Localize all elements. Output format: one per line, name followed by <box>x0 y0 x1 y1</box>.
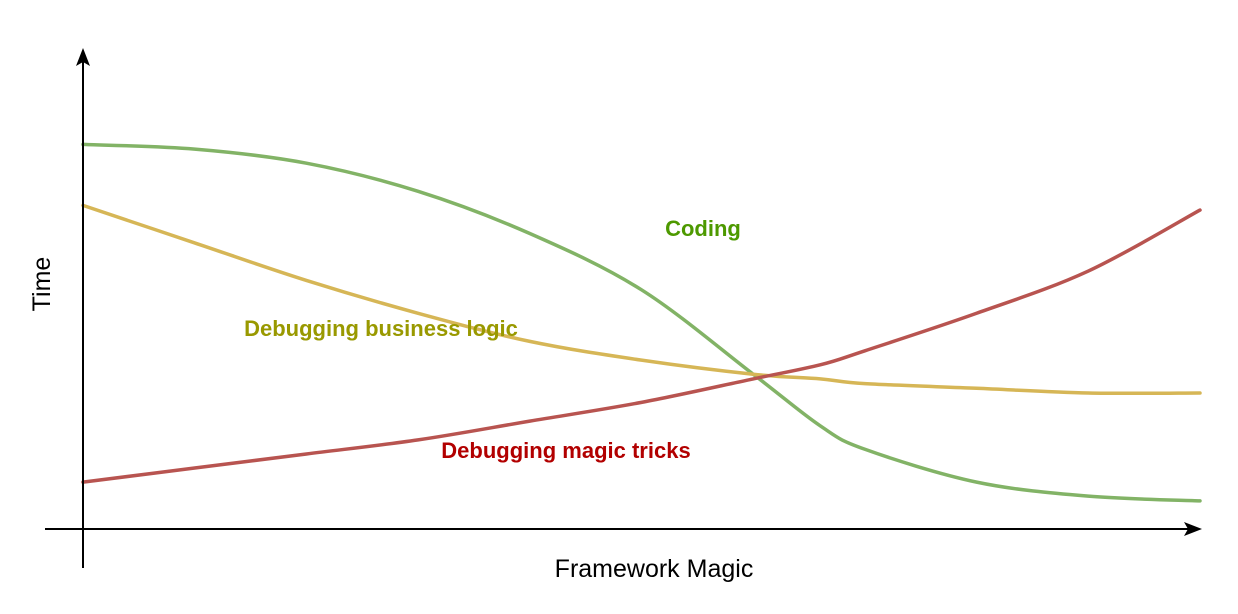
series-label-debugging-magic-tricks: Debugging magic tricks <box>441 438 690 463</box>
series-label-debugging-business-logic: Debugging business logic <box>244 316 518 341</box>
chart: Framework Magic Time Coding Debugging bu… <box>28 48 1202 583</box>
y-axis-label: Time <box>28 257 56 312</box>
series-line-debugging-business-logic <box>81 203 1202 396</box>
x-axis-label: Framework Magic <box>555 555 754 583</box>
series-label-coding: Coding <box>665 216 741 241</box>
